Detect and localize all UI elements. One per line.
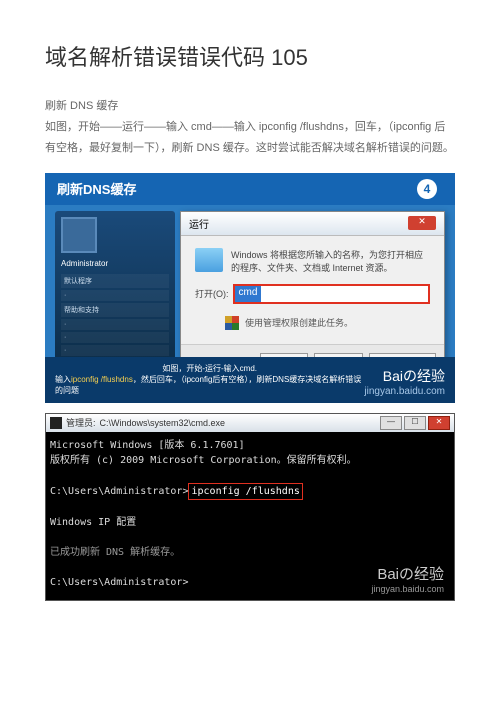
- page-title: 域名解析错误错误代码 105: [45, 40, 455, 72]
- step-number: 4: [417, 179, 437, 199]
- caption-text: 如图，开始-运行-输入cmd. 输入ipconfig /flushdns，然后回…: [55, 363, 364, 397]
- cmd-titlebar-path: C:\Windows\system32\cmd.exe: [100, 418, 226, 428]
- menu-item: ·: [61, 319, 169, 330]
- section-heading: 刷新 DNS 缓存: [45, 96, 455, 117]
- run-input-value: cmd: [235, 286, 262, 302]
- watermark: Baiの经验 jingyan.baidu.com: [364, 366, 445, 397]
- start-menu: Administrator 默认程序 · 帮助和支持 · · · · 运行...: [55, 211, 175, 361]
- shield-icon: [225, 316, 239, 330]
- minimize-button: —: [380, 416, 402, 430]
- close-icon: ✕: [408, 216, 436, 230]
- menu-item: ·: [61, 345, 169, 356]
- run-icon: [195, 248, 223, 272]
- maximize-button: ☐: [404, 416, 426, 430]
- admin-task-label: 使用管理权限创建此任务。: [245, 316, 353, 329]
- screenshot-cmd: 管理员: C:\Windows\system32\cmd.exe — ☐ ✕ M…: [45, 413, 455, 601]
- banner-title: 刷新DNS缓存: [57, 179, 136, 198]
- body-paragraph: 如图，开始——运行——输入 cmd——输入 ipconfig /flushdns…: [45, 117, 455, 159]
- menu-item: ·: [61, 290, 169, 301]
- close-button: ✕: [428, 416, 450, 430]
- user-avatar: [61, 217, 97, 253]
- menu-item: 帮助和支持: [61, 303, 169, 317]
- menu-item: ·: [61, 332, 169, 343]
- screenshot-run-dialog: 刷新DNS缓存 4 Administrator 默认程序 · 帮助和支持 · ·…: [45, 173, 455, 403]
- open-label: 打开(O):: [195, 287, 229, 300]
- cmd-titlebar-prefix: 管理员:: [66, 416, 96, 429]
- menu-item: 默认程序: [61, 274, 169, 288]
- command-highlight: ipconfig /flushdns: [188, 483, 302, 500]
- cmd-icon: [50, 417, 62, 429]
- username-label: Administrator: [55, 259, 175, 272]
- watermark: Baiの经验 jingyan.baidu.com: [371, 563, 444, 594]
- run-input: cmd: [233, 284, 431, 304]
- run-dialog-title: 运行: [189, 216, 209, 231]
- run-description: Windows 将根据您所输入的名称，为您打开相应的程序、文件夹、文档或 Int…: [231, 248, 430, 274]
